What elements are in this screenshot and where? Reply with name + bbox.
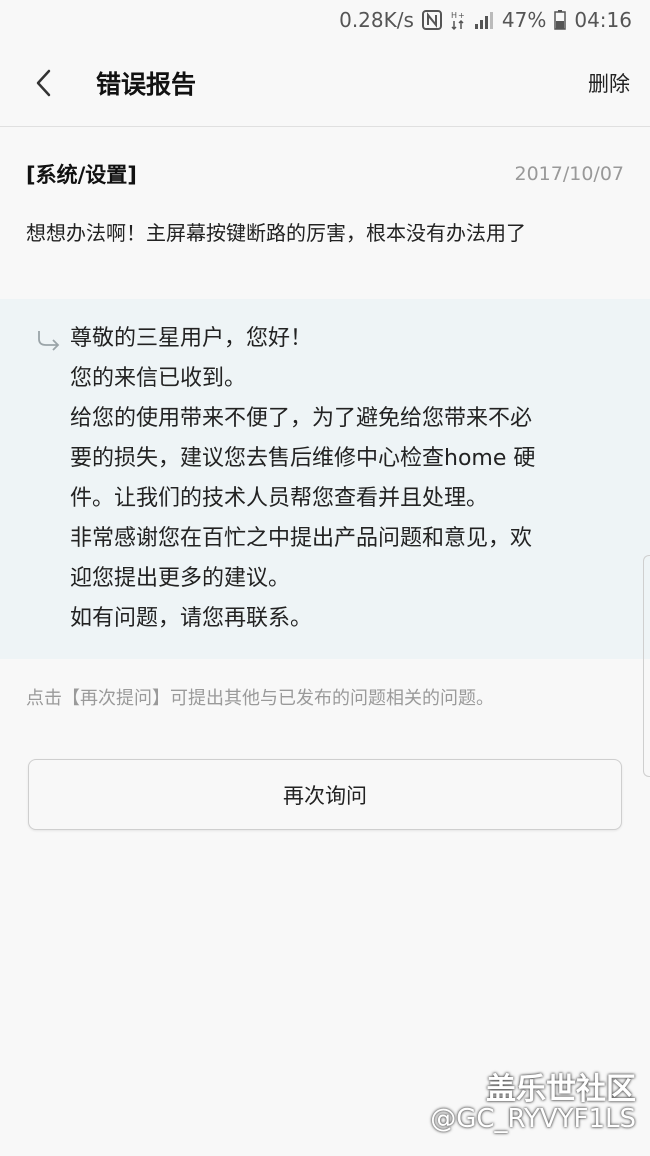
answer-section: 尊敬的三星用户，您好！ 您的来信已收到。 给您的使用带来不便了，为了避免给您带来… (0, 299, 650, 659)
answer-line: 件。让我们的技术人员帮您查看并且处理。 (70, 486, 489, 511)
watermark-user: @GC_RYVYF1LS (430, 1104, 636, 1134)
reply-arrow-icon (38, 331, 60, 351)
question-section: [系统/设置] 2017/10/07 想想办法啊！主屏幕按键断路的厉害，根本没有… (0, 127, 650, 299)
delete-button[interactable]: 删除 (588, 68, 630, 98)
hint-text: 点击【再次提问】可提出其他与已发布的问题相关的问题。 (26, 688, 494, 709)
nfc-icon (421, 10, 442, 30)
answer-line: 尊敬的三星用户，您好！ (70, 326, 313, 351)
data-transfer-icon: H + (450, 9, 466, 31)
answer-line: 您的来信已收到。 (70, 366, 247, 391)
answer-line: 如有问题，请您再联系。 (70, 606, 313, 631)
ask-again-button[interactable]: 再次询问 (28, 759, 622, 830)
battery-percent: 47% (501, 8, 547, 32)
question-body: 想想办法啊！主屏幕按键断路的厉害，根本没有办法用了 (26, 221, 526, 245)
back-button[interactable] (14, 53, 74, 113)
battery-icon (554, 10, 567, 30)
clock: 04:16 (574, 8, 632, 32)
question-category: [系统/设置] (26, 163, 137, 187)
chevron-left-icon (36, 69, 51, 97)
svg-text:+: + (458, 11, 465, 20)
svg-text:H: H (451, 11, 457, 20)
answer-line: 给您的使用带来不便了，为了避免给您带来不必 (70, 406, 533, 431)
page-title: 错误报告 (96, 70, 197, 99)
network-speed: 0.28K/s (339, 8, 414, 32)
answer-line: 非常感谢您在百忙之中提出产品问题和意见，欢 (70, 526, 533, 551)
answer-line: 要的损失，建议您去售后维修中心检查home 硬 (70, 446, 536, 471)
scroll-indicator[interactable] (643, 555, 650, 777)
answer-line: 迎您提出更多的建议。 (70, 566, 291, 591)
watermark-logo: 盖乐世社区 (486, 1072, 636, 1107)
question-date: 2017/10/07 (514, 163, 624, 185)
signal-icon (474, 10, 494, 30)
app-bar: 错误报告 删除 (0, 40, 650, 127)
answer-text: 尊敬的三星用户，您好！ 您的来信已收到。 给您的使用带来不便了，为了避免给您带来… (70, 319, 620, 639)
status-bar: 0.28K/s H + 47% 04:16 (0, 0, 650, 40)
